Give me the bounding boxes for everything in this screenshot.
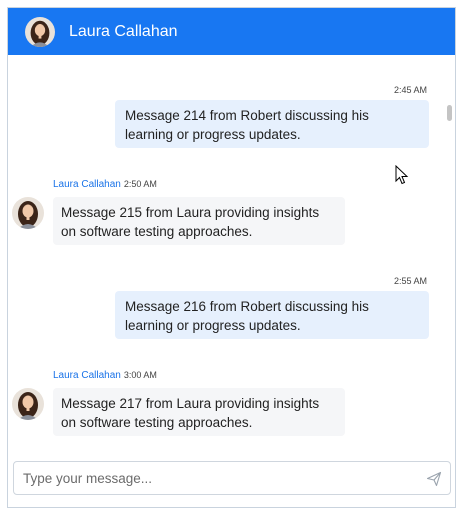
message-meta: Laura Callahan 2:50 AM [53,179,157,190]
message-meta: Laura Callahan 3:00 AM [53,370,157,381]
send-button[interactable] [426,471,442,487]
sender-avatar [12,197,44,229]
sender-avatar [12,388,44,420]
message-timestamp: 3:00 AM [123,370,157,380]
send-icon [426,471,442,487]
scrollbar-thumb[interactable] [447,105,452,121]
user-avatar-icon [12,388,44,420]
sender-name[interactable]: Laura Callahan [53,370,121,381]
message-composer [13,461,451,495]
message-timestamp: 2:55 AM [393,276,427,286]
outgoing-message: Message 214 from Robert discussing his l… [115,100,429,148]
contact-avatar [25,16,55,47]
message-list[interactable]: 2:45 AM Message 214 from Robert discussi… [8,55,455,453]
chat-header: Laura Callahan [8,8,455,55]
mouse-pointer-icon [395,164,409,190]
incoming-message: Message 217 from Laura providing insight… [53,388,345,436]
outgoing-message: Message 216 from Robert discussing his l… [115,291,429,339]
user-avatar-icon [25,16,55,47]
message-timestamp: 2:50 AM [123,179,157,189]
user-avatar-icon [12,197,44,229]
contact-name: Laura Callahan [69,22,178,40]
sender-name[interactable]: Laura Callahan [53,179,121,190]
incoming-message: Message 215 from Laura providing insight… [53,197,345,245]
chat-window: Laura Callahan 2:45 AM Message 214 from … [7,7,456,508]
message-timestamp: 2:45 AM [393,85,427,95]
message-input[interactable] [14,462,432,494]
